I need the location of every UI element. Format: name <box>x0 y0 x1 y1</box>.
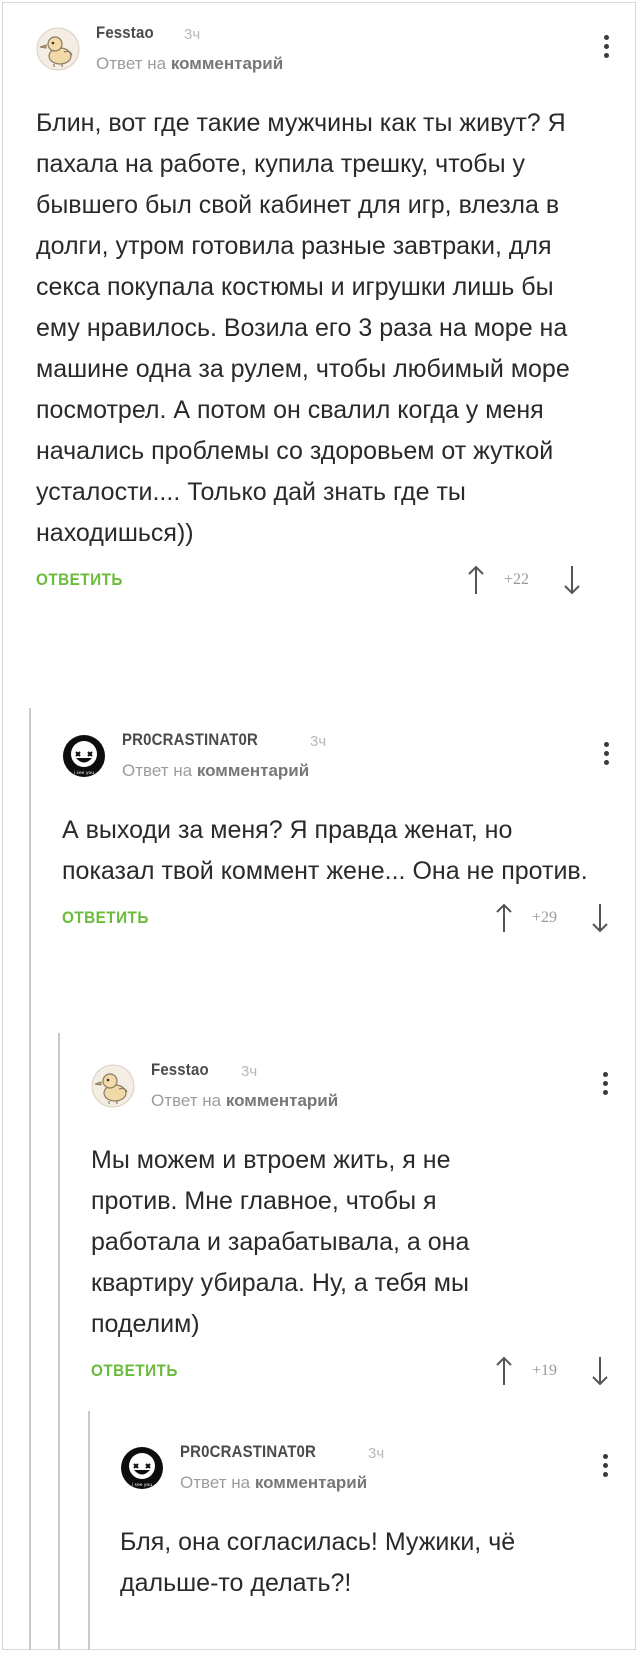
more-options-icon[interactable] <box>601 1072 609 1095</box>
more-options-icon[interactable] <box>602 742 610 765</box>
vote-controls: +19 <box>494 1355 624 1389</box>
duck-avatar-icon[interactable] <box>91 1064 135 1108</box>
smiley-avatar-icon[interactable] <box>120 1446 164 1490</box>
comment-text: Мы можем и втроем жить, я не против. Мне… <box>91 1146 470 1338</box>
upvote-arrow-icon[interactable] <box>466 564 486 596</box>
reply-to-link[interactable]: Ответ на комментарий <box>180 1473 367 1493</box>
comment-4: PR0CRASTINAT0R 3ч Ответ на комментарий Б… <box>120 1442 622 1604</box>
duck-avatar-icon[interactable] <box>36 27 80 71</box>
author-name[interactable]: Fesstao <box>151 1060 209 1080</box>
upvote-arrow-icon[interactable] <box>494 1355 514 1387</box>
reply-to-link[interactable]: Ответ на комментарий <box>122 761 309 781</box>
comment-2: PR0CRASTINAT0R 3ч Ответ на комментарий А… <box>62 730 622 936</box>
reply-prefix: Ответ на <box>180 1473 251 1492</box>
comment-3: Fesstao 3ч Ответ на комментарий Мы можем… <box>91 1060 622 1389</box>
reply-prefix: Ответ на <box>151 1091 222 1110</box>
thread-line-level-2[interactable] <box>58 1033 60 1650</box>
reply-prefix: Ответ на <box>122 761 193 780</box>
upvote-arrow-icon[interactable] <box>494 902 514 934</box>
reply-button[interactable]: ОТВЕТИТЬ <box>91 1361 178 1381</box>
author-name[interactable]: PR0CRASTINAT0R <box>122 730 258 750</box>
comment-text: А выходи за меня? Я правда женат, но пок… <box>62 816 588 885</box>
vote-controls: +22 <box>466 564 626 598</box>
reply-prefix: Ответ на <box>96 54 167 73</box>
reply-to-link[interactable]: Ответ на комментарий <box>151 1091 338 1111</box>
more-options-icon[interactable] <box>601 1454 609 1477</box>
comment-text: Бля, она согласилась! Мужики, чё дальше-… <box>120 1528 516 1597</box>
comment-score: +29 <box>532 909 558 926</box>
author-name[interactable]: PR0CRASTINAT0R <box>180 1442 316 1462</box>
comment-time: 3ч <box>310 733 327 750</box>
comment-score: +22 <box>504 571 530 588</box>
comment-actions: ОТВЕТИТЬ +29 <box>62 902 622 936</box>
reply-to-link[interactable]: Ответ на комментарий <box>96 54 283 74</box>
comment-header: Fesstao 3ч Ответ на комментарий <box>91 1060 622 1122</box>
comment-header: PR0CRASTINAT0R 3ч Ответ на комментарий <box>62 730 622 792</box>
reply-target[interactable]: комментарий <box>197 761 309 780</box>
reply-button[interactable]: ОТВЕТИТЬ <box>62 908 149 928</box>
comment-header: PR0CRASTINAT0R 3ч Ответ на комментарий <box>120 1442 622 1504</box>
comment-score: +19 <box>532 1362 558 1379</box>
reply-target[interactable]: комментарий <box>255 1473 367 1492</box>
thread-line-level-1[interactable] <box>29 708 31 1650</box>
reply-target[interactable]: комментарий <box>171 54 283 73</box>
comment-actions: ОТВЕТИТЬ +22 <box>36 564 622 598</box>
downvote-arrow-icon[interactable] <box>590 902 610 934</box>
downvote-arrow-icon[interactable] <box>590 1355 610 1387</box>
comment-header: Fesstao 3ч Ответ на комментарий <box>36 23 622 85</box>
thread-line-level-3[interactable] <box>88 1411 90 1650</box>
more-options-icon[interactable] <box>602 35 610 58</box>
vote-controls: +29 <box>494 902 624 936</box>
comment-time: 3ч <box>368 1445 385 1462</box>
comment-actions: ОТВЕТИТЬ +19 <box>91 1355 622 1389</box>
reply-target[interactable]: комментарий <box>226 1091 338 1110</box>
reply-button[interactable]: ОТВЕТИТЬ <box>36 570 123 590</box>
smiley-avatar-icon[interactable] <box>62 734 106 778</box>
comment-1: Fesstao 3ч Ответ на комментарий Блин, во… <box>36 23 622 598</box>
comment-text: Блин, вот где такие мужчины как ты живут… <box>36 109 570 547</box>
comment-time: 3ч <box>241 1063 258 1080</box>
author-name[interactable]: Fesstao <box>96 23 154 43</box>
comment-time: 3ч <box>184 26 201 43</box>
downvote-arrow-icon[interactable] <box>562 564 582 596</box>
